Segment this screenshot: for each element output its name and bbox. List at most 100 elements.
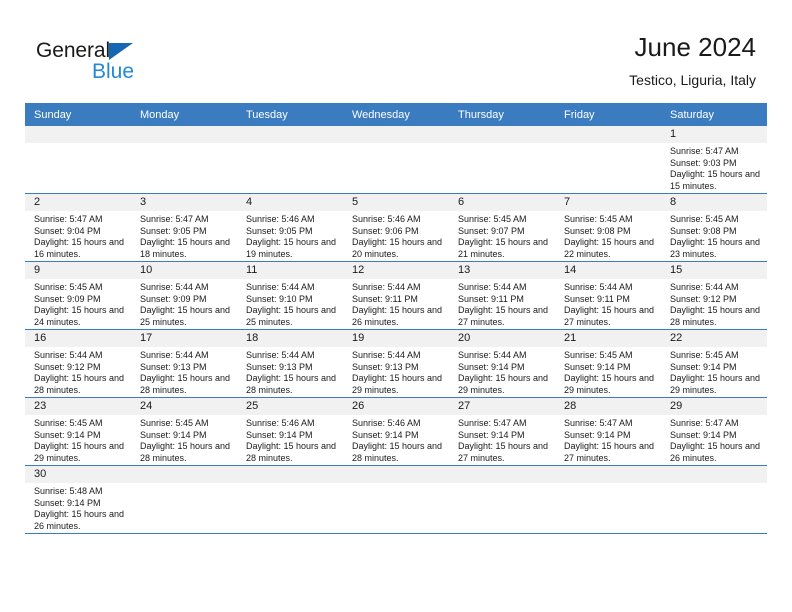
day-cell-inner <box>237 466 343 533</box>
day-cell-inner: 14 Sunrise: 5:44 AM Sunset: 9:11 PM Dayligh… <box>555 262 661 329</box>
weekday-header-saturday: Saturday <box>661 103 767 126</box>
sunrise-text: Sunrise: 5:44 AM <box>670 282 739 292</box>
day-cell-inner <box>555 466 661 533</box>
calendar-day-cell[interactable]: 17 Sunrise: 5:44 AM Sunset: 9:13 PM Dayligh… <box>131 329 237 398</box>
calendar-grid: Sunday Monday Tuesday Wednesday Thursday… <box>25 103 767 534</box>
sunset-text: Sunset: 9:08 PM <box>564 225 631 236</box>
calendar-day-cell[interactable]: 5 Sunrise: 5:46 AM Sunset: 9:06 PM Daylight… <box>343 193 449 262</box>
day-cell-inner: 20 Sunrise: 5:44 AM Sunset: 9:14 PM Dayligh… <box>449 330 555 397</box>
day-sun-info: Sunrise: 5:47 AM Sunset: 9:14 PM Daylight:… <box>555 415 661 464</box>
calendar-day-cell[interactable]: 22 Sunrise: 5:45 AM Sunset: 9:14 PM Dayligh… <box>661 329 767 398</box>
sunset-text: Sunset: 9:14 PM <box>670 429 737 440</box>
day-sun-info: Sunrise: 5:44 AM Sunset: 9:13 PM Daylight:… <box>343 347 449 396</box>
weekday-header-thursday: Thursday <box>449 103 555 126</box>
daylight-text: Daylight: 15 hours and 28 minutes. <box>670 305 761 327</box>
calendar-day-cell[interactable]: 4 Sunrise: 5:46 AM Sunset: 9:05 PM Daylight… <box>237 193 343 262</box>
calendar-day-cell[interactable]: 28 Sunrise: 5:47 AM Sunset: 9:14 PM Dayligh… <box>555 397 661 466</box>
calendar-cell-empty <box>131 465 237 534</box>
day-number: 7 <box>555 194 661 211</box>
calendar-day-cell[interactable]: 8 Sunrise: 5:45 AM Sunset: 9:08 PM Daylight… <box>661 193 767 262</box>
day-number: 12 <box>343 262 449 279</box>
day-cell-inner: 4 Sunrise: 5:46 AM Sunset: 9:05 PM Daylight… <box>237 194 343 261</box>
calendar-day-cell[interactable]: 10 Sunrise: 5:44 AM Sunset: 9:09 PM Dayligh… <box>131 261 237 330</box>
day-sun-info: Sunrise: 5:47 AM Sunset: 9:14 PM Daylight:… <box>661 415 767 464</box>
calendar-day-cell[interactable]: 26 Sunrise: 5:46 AM Sunset: 9:14 PM Dayligh… <box>343 397 449 466</box>
sunset-text: Sunset: 9:14 PM <box>458 361 525 372</box>
sunrise-text: Sunrise: 5:47 AM <box>140 214 209 224</box>
calendar-day-cell[interactable]: 6 Sunrise: 5:45 AM Sunset: 9:07 PM Daylight… <box>449 193 555 262</box>
day-cell-inner <box>555 126 661 193</box>
day-number <box>237 126 343 143</box>
day-cell-inner <box>131 466 237 533</box>
calendar-day-cell[interactable]: 27 Sunrise: 5:47 AM Sunset: 9:14 PM Dayligh… <box>449 397 555 466</box>
calendar-day-cell[interactable]: 23 Sunrise: 5:45 AM Sunset: 9:14 PM Dayligh… <box>25 397 131 466</box>
day-number: 30 <box>25 466 131 483</box>
day-number: 6 <box>449 194 555 211</box>
calendar-day-cell[interactable]: 24 Sunrise: 5:45 AM Sunset: 9:14 PM Dayligh… <box>131 397 237 466</box>
sunset-text: Sunset: 9:14 PM <box>564 361 631 372</box>
daylight-text: Daylight: 15 hours and 28 minutes. <box>140 373 231 395</box>
daylight-text: Daylight: 15 hours and 28 minutes. <box>246 441 337 463</box>
day-cell-inner: 16 Sunrise: 5:44 AM Sunset: 9:12 PM Dayligh… <box>25 330 131 397</box>
day-cell-inner: 11 Sunrise: 5:44 AM Sunset: 9:10 PM Dayligh… <box>237 262 343 329</box>
sunrise-text: Sunrise: 5:45 AM <box>564 350 633 360</box>
sunrise-text: Sunrise: 5:44 AM <box>458 350 527 360</box>
day-sun-info: Sunrise: 5:45 AM Sunset: 9:14 PM Daylight:… <box>25 415 131 464</box>
daylight-text: Daylight: 15 hours and 25 minutes. <box>140 305 231 327</box>
calendar-day-cell[interactable]: 7 Sunrise: 5:45 AM Sunset: 9:08 PM Daylight… <box>555 193 661 262</box>
sunset-text: Sunset: 9:05 PM <box>140 225 207 236</box>
calendar-cell-empty <box>343 465 449 534</box>
day-sun-info: Sunrise: 5:45 AM Sunset: 9:08 PM Daylight:… <box>661 211 767 260</box>
sunset-text: Sunset: 9:08 PM <box>670 225 737 236</box>
sunrise-text: Sunrise: 5:44 AM <box>352 350 421 360</box>
calendar-day-cell[interactable]: 2 Sunrise: 5:47 AM Sunset: 9:04 PM Daylight… <box>25 193 131 262</box>
calendar-week-row: 1 Sunrise: 5:47 AM Sunset: 9:03 PM Daylight… <box>25 126 767 194</box>
day-number <box>343 466 449 483</box>
day-cell-inner: 27 Sunrise: 5:47 AM Sunset: 9:14 PM Dayligh… <box>449 398 555 465</box>
generalblue-logo[interactable]: General Blue <box>36 40 216 88</box>
day-cell-inner: 3 Sunrise: 5:47 AM Sunset: 9:05 PM Daylight… <box>131 194 237 261</box>
sunrise-text: Sunrise: 5:47 AM <box>34 214 103 224</box>
day-sun-info: Sunrise: 5:47 AM Sunset: 9:14 PM Daylight:… <box>449 415 555 464</box>
calendar-day-cell[interactable]: 18 Sunrise: 5:44 AM Sunset: 9:13 PM Dayligh… <box>237 329 343 398</box>
sunrise-text: Sunrise: 5:46 AM <box>246 418 315 428</box>
calendar-day-cell[interactable]: 19 Sunrise: 5:44 AM Sunset: 9:13 PM Dayligh… <box>343 329 449 398</box>
calendar-day-cell[interactable]: 29 Sunrise: 5:47 AM Sunset: 9:14 PM Dayligh… <box>661 397 767 466</box>
weekday-header-monday: Monday <box>131 103 237 126</box>
day-sun-info: Sunrise: 5:47 AM Sunset: 9:03 PM Daylight:… <box>661 143 767 192</box>
calendar-day-cell[interactable]: 21 Sunrise: 5:45 AM Sunset: 9:14 PM Dayligh… <box>555 329 661 398</box>
calendar-day-cell[interactable]: 30 Sunrise: 5:48 AM Sunset: 9:14 PM Dayligh… <box>25 465 131 534</box>
day-number: 16 <box>25 330 131 347</box>
daylight-text: Daylight: 15 hours and 25 minutes. <box>246 305 337 327</box>
daylight-text: Daylight: 15 hours and 26 minutes. <box>670 441 761 463</box>
sunset-text: Sunset: 9:14 PM <box>34 429 101 440</box>
daylight-text: Daylight: 15 hours and 21 minutes. <box>458 237 549 259</box>
calendar-day-cell[interactable]: 25 Sunrise: 5:46 AM Sunset: 9:14 PM Dayligh… <box>237 397 343 466</box>
daylight-text: Daylight: 15 hours and 18 minutes. <box>140 237 231 259</box>
calendar-day-cell[interactable]: 1 Sunrise: 5:47 AM Sunset: 9:03 PM Daylight… <box>661 126 767 194</box>
calendar-day-cell[interactable]: 13 Sunrise: 5:44 AM Sunset: 9:11 PM Dayligh… <box>449 261 555 330</box>
calendar-day-cell[interactable]: 12 Sunrise: 5:44 AM Sunset: 9:11 PM Dayligh… <box>343 261 449 330</box>
calendar-body: 1 Sunrise: 5:47 AM Sunset: 9:03 PM Daylight… <box>25 126 767 534</box>
calendar-cell-empty <box>661 465 767 534</box>
daylight-text: Daylight: 15 hours and 28 minutes. <box>34 373 125 395</box>
calendar-week-row: 30 Sunrise: 5:48 AM Sunset: 9:14 PM Dayligh… <box>25 465 767 534</box>
day-number: 8 <box>661 194 767 211</box>
day-sun-info: Sunrise: 5:47 AM Sunset: 9:05 PM Daylight:… <box>131 211 237 260</box>
day-sun-info: Sunrise: 5:44 AM Sunset: 9:13 PM Daylight:… <box>237 347 343 396</box>
calendar-day-cell[interactable]: 11 Sunrise: 5:44 AM Sunset: 9:10 PM Dayligh… <box>237 261 343 330</box>
weekday-header-friday: Friday <box>555 103 661 126</box>
calendar-day-cell[interactable]: 9 Sunrise: 5:45 AM Sunset: 9:09 PM Daylight… <box>25 261 131 330</box>
daylight-text: Daylight: 15 hours and 29 minutes. <box>670 373 761 395</box>
day-cell-inner: 22 Sunrise: 5:45 AM Sunset: 9:14 PM Dayligh… <box>661 330 767 397</box>
calendar-day-cell[interactable]: 14 Sunrise: 5:44 AM Sunset: 9:11 PM Dayligh… <box>555 261 661 330</box>
day-number: 11 <box>237 262 343 279</box>
calendar-header-row: Sunday Monday Tuesday Wednesday Thursday… <box>25 103 767 126</box>
sunrise-text: Sunrise: 5:46 AM <box>246 214 315 224</box>
calendar-day-cell[interactable]: 15 Sunrise: 5:44 AM Sunset: 9:12 PM Dayligh… <box>661 261 767 330</box>
day-number: 28 <box>555 398 661 415</box>
calendar-day-cell[interactable]: 16 Sunrise: 5:44 AM Sunset: 9:12 PM Dayligh… <box>25 329 131 398</box>
day-cell-inner: 24 Sunrise: 5:45 AM Sunset: 9:14 PM Dayligh… <box>131 398 237 465</box>
calendar-day-cell[interactable]: 3 Sunrise: 5:47 AM Sunset: 9:05 PM Daylight… <box>131 193 237 262</box>
calendar-day-cell[interactable]: 20 Sunrise: 5:44 AM Sunset: 9:14 PM Dayligh… <box>449 329 555 398</box>
